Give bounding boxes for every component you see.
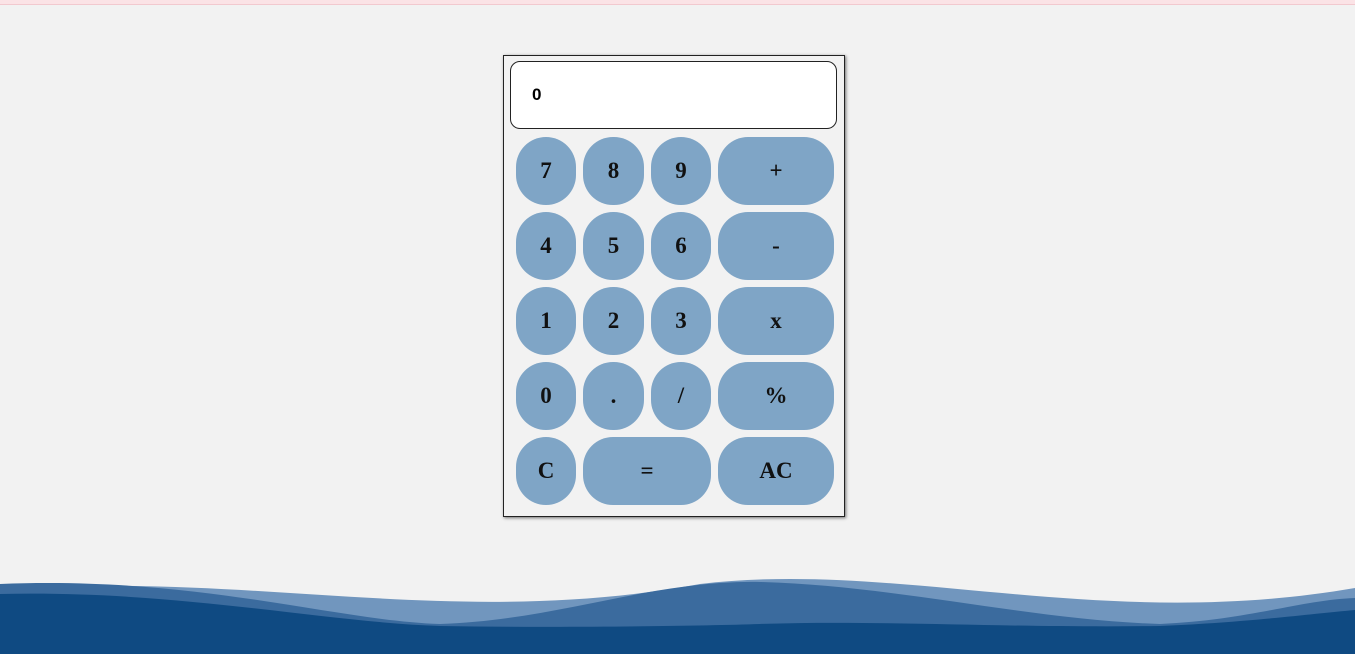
digit-6-button[interactable]: 6: [651, 212, 711, 280]
digit-7-button[interactable]: 7: [516, 137, 576, 205]
subtract-button[interactable]: -: [718, 212, 834, 280]
multiply-button[interactable]: x: [718, 287, 834, 355]
calculator: 7 8 9 + 4 5 6 - 1 2 3 x 0 . / % C = AC: [503, 55, 845, 517]
divide-button[interactable]: /: [651, 362, 711, 430]
add-button[interactable]: +: [718, 137, 834, 205]
digit-9-button[interactable]: 9: [651, 137, 711, 205]
digit-4-button[interactable]: 4: [516, 212, 576, 280]
wave-decoration: [0, 578, 1355, 654]
digit-3-button[interactable]: 3: [651, 287, 711, 355]
all-clear-button[interactable]: AC: [718, 437, 834, 505]
digit-2-button[interactable]: 2: [583, 287, 644, 355]
equals-button[interactable]: =: [583, 437, 711, 505]
percent-button[interactable]: %: [718, 362, 834, 430]
calculator-display[interactable]: [510, 61, 837, 129]
digit-5-button[interactable]: 5: [583, 212, 644, 280]
digit-1-button[interactable]: 1: [516, 287, 576, 355]
decimal-button[interactable]: .: [583, 362, 644, 430]
digit-8-button[interactable]: 8: [583, 137, 644, 205]
top-banner-strip: [0, 0, 1355, 5]
digit-0-button[interactable]: 0: [516, 362, 576, 430]
clear-button[interactable]: C: [516, 437, 576, 505]
